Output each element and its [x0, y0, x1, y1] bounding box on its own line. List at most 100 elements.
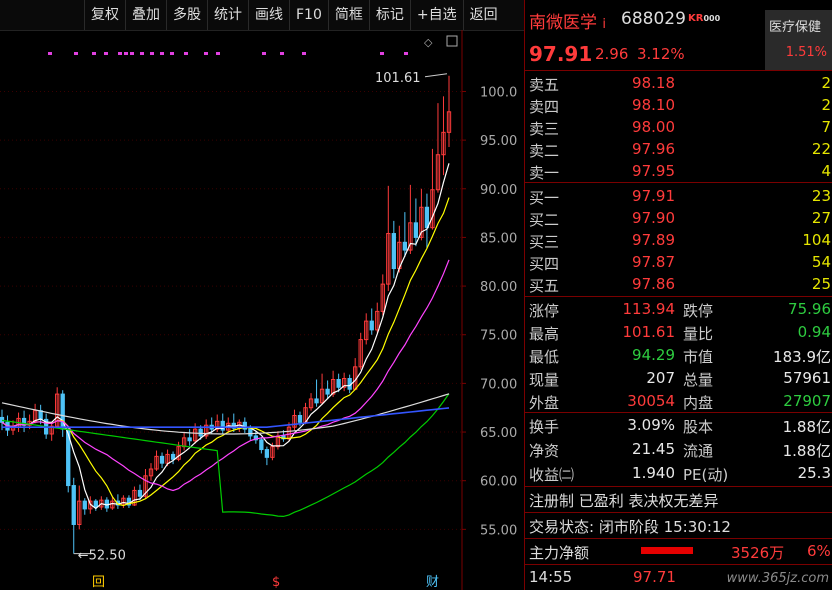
- bid-row[interactable]: 买二 97.90 27: [525, 207, 832, 229]
- ask-row[interactable]: 卖三 98.00 7: [525, 116, 832, 138]
- ask-row[interactable]: 卖四 98.10 2: [525, 94, 832, 116]
- level-label: 卖三: [529, 120, 560, 138]
- candle-body: [0, 416, 5, 423]
- kline-chart[interactable]: 100.0 95.00 90.00 85.00 80.00 75.00 70.00 65.00…: [0, 30, 524, 590]
- candle-body: [248, 428, 253, 437]
- level-price: 98.18: [632, 74, 675, 92]
- y-tick-label: 70.00: [480, 377, 517, 392]
- candle-body: [314, 398, 319, 404]
- stat-value: 21.45: [632, 440, 675, 458]
- quote-panel: 南微医学 i 688029 KR000 医疗保健 1.51% 97.91 2.9…: [524, 0, 832, 590]
- candle-body: [325, 388, 330, 395]
- y-tick-label: 90.00: [480, 183, 517, 198]
- y-tick-label: 60.00: [480, 475, 517, 490]
- signal-dot: [262, 52, 266, 55]
- candle-body: [297, 414, 303, 423]
- signal-dot: [170, 52, 174, 55]
- stat-label: 最高: [529, 325, 560, 343]
- y-tick-label: 65.00: [480, 426, 517, 441]
- multi-stock-button[interactable]: 多股: [166, 0, 207, 30]
- level-label: 买三: [529, 233, 560, 251]
- info-icon[interactable]: i: [602, 17, 606, 32]
- candle-body: [336, 378, 341, 388]
- stock-tags: 注册制 已盈利 表决权无差异: [529, 492, 719, 510]
- statistics-button[interactable]: 统计: [207, 0, 248, 30]
- stat-value: 94.29: [632, 346, 675, 364]
- y-tick-label: 95.00: [480, 134, 517, 149]
- event-marker-0: 回: [92, 575, 105, 590]
- ask-row[interactable]: 卖一 97.95 4: [525, 160, 832, 182]
- panel-toggle-icon: [446, 35, 458, 47]
- stat-row: 收益㈡ 1.940 PE(动) 25.3: [525, 462, 832, 484]
- stat-label: 股本: [683, 418, 714, 436]
- watermark: www.365jz.com: [726, 571, 829, 586]
- stat-label: 最低: [529, 348, 560, 366]
- level-volume: 22: [811, 140, 831, 158]
- stat-row: 换手 3.09% 股本 1.88亿: [525, 414, 832, 436]
- stat-value: 75.96: [788, 300, 831, 318]
- sector-box[interactable]: 医疗保健 1.51%: [765, 10, 832, 70]
- divider: [525, 412, 832, 413]
- high-label: 101.61: [375, 71, 421, 86]
- ask-row[interactable]: 卖五 98.18 2: [525, 72, 832, 94]
- simple-frame-button[interactable]: 简框: [327, 0, 369, 30]
- stat-value: 1.88亿: [782, 418, 831, 436]
- draw-line-button[interactable]: 画线: [248, 0, 289, 30]
- level-volume: 4: [821, 162, 831, 180]
- diamond-icon: ◇: [424, 36, 433, 49]
- bid-row[interactable]: 买五 97.86 25: [525, 273, 832, 295]
- price-change: 2.96: [595, 45, 629, 63]
- candle-body: [424, 206, 430, 229]
- signal-dot: [160, 52, 164, 55]
- stat-value: 183.9亿: [773, 348, 831, 366]
- signal-dot: [280, 52, 284, 55]
- level-price: 97.87: [632, 253, 675, 271]
- y-tick-label: 55.00: [480, 523, 517, 538]
- stat-value: 0.94: [797, 323, 831, 341]
- tick-price: 97.71: [633, 568, 676, 586]
- divider: [525, 564, 832, 565]
- level-volume: 23: [811, 187, 831, 205]
- candle-body: [402, 241, 408, 251]
- f10-button[interactable]: F10: [289, 0, 328, 30]
- level-price: 97.89: [632, 231, 675, 249]
- candle-body: [369, 320, 374, 331]
- stock-name[interactable]: 南微医学 i: [529, 8, 606, 33]
- level-label: 卖五: [529, 76, 560, 94]
- fuquan-button[interactable]: 复权: [84, 0, 125, 30]
- level-label: 卖四: [529, 98, 560, 116]
- stat-value: 27907: [783, 392, 831, 410]
- bid-row[interactable]: 买三 97.89 104: [525, 229, 832, 251]
- stat-row: 现量 207 总量 57961: [525, 367, 832, 389]
- signal-dot: [150, 52, 154, 55]
- signal-dot: [204, 52, 208, 55]
- back-button[interactable]: 返回: [462, 0, 504, 30]
- level-volume: 27: [811, 209, 831, 227]
- ask-row[interactable]: 卖二 97.96 22: [525, 138, 832, 160]
- mark-button[interactable]: 标记: [368, 0, 410, 30]
- event-marker-1: $: [272, 575, 280, 590]
- divider: [525, 538, 832, 539]
- stat-value: 207: [646, 369, 675, 387]
- candle-body: [137, 489, 143, 497]
- level-volume: 7: [821, 118, 831, 136]
- stat-row: 外盘 30054 内盘 27907: [525, 390, 832, 412]
- stat-label: 跌停: [683, 302, 714, 320]
- stat-value: 30054: [627, 392, 675, 410]
- level-volume: 104: [802, 231, 831, 249]
- y-tick-label: 75.00: [480, 329, 517, 344]
- add-watchlist-button[interactable]: +自选: [409, 0, 463, 30]
- level-label: 买二: [529, 211, 560, 229]
- sector-name: 医疗保健: [769, 20, 822, 35]
- stat-value: 3.09%: [627, 416, 675, 434]
- overlay-button[interactable]: 叠加: [125, 0, 166, 30]
- stat-row: 净资 21.45 流通 1.88亿: [525, 438, 832, 460]
- bid-row[interactable]: 买四 97.87 54: [525, 251, 832, 273]
- bid-row[interactable]: 买一 97.91 23: [525, 185, 832, 207]
- y-tick-label: 100.0: [480, 85, 517, 100]
- candle-body: [170, 453, 176, 460]
- signal-dot: [184, 52, 188, 55]
- level-price: 98.00: [632, 118, 675, 136]
- high-pointer: [424, 73, 448, 78]
- signal-dot: [140, 52, 144, 55]
